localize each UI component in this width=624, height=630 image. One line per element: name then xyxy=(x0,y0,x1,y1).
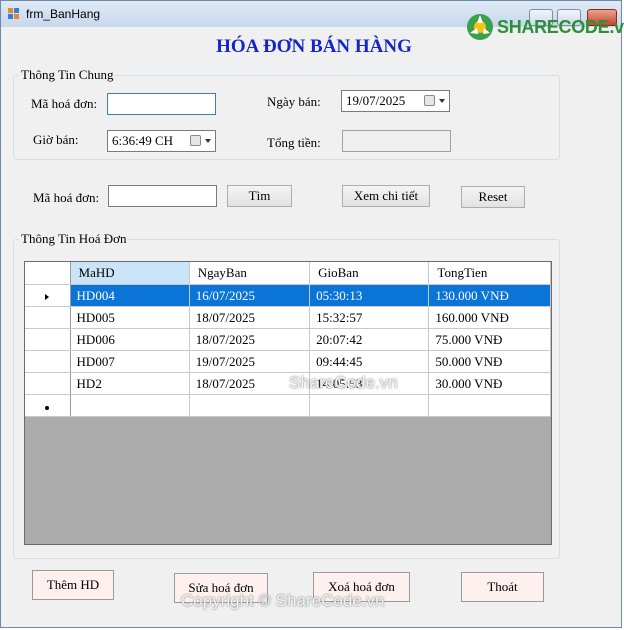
page-title: HÓA ĐƠN BÁN HÀNG xyxy=(216,36,412,57)
row-header[interactable] xyxy=(25,372,71,395)
cell-mahd[interactable]: HD2 xyxy=(70,372,190,395)
chevron-down-icon xyxy=(439,99,445,103)
find-button[interactable]: Tìm xyxy=(227,185,292,207)
chevron-down-icon xyxy=(205,139,211,143)
cell-ngayban[interactable]: 18/07/2025 xyxy=(189,306,311,329)
cell-ngayban[interactable] xyxy=(189,394,311,417)
total-label: Tổng tiền: xyxy=(267,135,321,150)
logo-text: SHARECODE.vn xyxy=(497,17,624,37)
current-row-icon xyxy=(45,293,50,300)
cell-tongtien[interactable]: 30.000 VNĐ xyxy=(428,372,551,395)
invoice-id-field[interactable] xyxy=(107,93,216,115)
row-header[interactable] xyxy=(25,394,71,417)
new-row-icon xyxy=(45,405,50,410)
cell-mahd[interactable]: HD004 xyxy=(70,284,190,307)
cell-tongtien[interactable] xyxy=(428,394,551,417)
calendar-icon xyxy=(424,95,435,106)
column-header-ngayban[interactable]: NgayBan xyxy=(189,262,311,285)
watermark-footer: Copyright © ShareCode.vn xyxy=(181,591,385,610)
row-header[interactable] xyxy=(25,350,71,373)
row-header[interactable] xyxy=(25,328,71,351)
table-row[interactable]: HD006 18/07/2025 20:07:42 75.000 VNĐ xyxy=(25,328,551,351)
table-row[interactable]: HD2 18/07/2025 14:05:53 30.000 VNĐ xyxy=(25,372,551,395)
cell-ngayban[interactable]: 19/07/2025 xyxy=(189,350,311,373)
cell-gioban[interactable]: 05:30:13 xyxy=(309,284,430,307)
table-row[interactable]: HD007 19/07/2025 09:44:45 50.000 VNĐ xyxy=(25,350,551,373)
total-field[interactable] xyxy=(342,130,451,152)
sale-time-value: 6:36:49 CH xyxy=(112,133,174,148)
app-icon xyxy=(8,8,19,19)
search-invoice-id-input[interactable] xyxy=(108,185,217,207)
column-header-mahd[interactable]: MaHD xyxy=(70,262,190,285)
cell-tongtien[interactable]: 75.000 VNĐ xyxy=(428,328,551,351)
row-header[interactable] xyxy=(25,284,71,307)
cell-mahd[interactable] xyxy=(70,394,190,417)
sale-time-label: Giờ bán: xyxy=(33,132,79,147)
reset-button[interactable]: Reset xyxy=(461,186,525,208)
cell-tongtien[interactable]: 160.000 VNĐ xyxy=(428,306,551,329)
cell-gioban[interactable]: 09:44:45 xyxy=(309,350,430,373)
general-info-legend: Thông Tin Chung xyxy=(19,67,116,83)
row-header[interactable] xyxy=(25,306,71,329)
new-row[interactable] xyxy=(25,394,551,417)
cell-tongtien[interactable]: 50.000 VNĐ xyxy=(428,350,551,373)
row-header-corner[interactable] xyxy=(25,262,71,285)
column-header-tongtien[interactable]: TongTien xyxy=(428,262,551,285)
grid-header-row: MaHD NgayBan GioBan TongTien xyxy=(25,262,551,285)
view-detail-button[interactable]: Xem chi tiết xyxy=(342,185,430,207)
cell-ngayban[interactable]: 16/07/2025 xyxy=(189,284,311,307)
window-title: frm_BanHang xyxy=(26,7,101,21)
cell-ngayban[interactable]: 18/07/2025 xyxy=(189,328,311,351)
cell-tongtien[interactable]: 130.000 VNĐ xyxy=(428,284,551,307)
table-row[interactable]: HD004 16/07/2025 05:30:13 130.000 VNĐ xyxy=(25,284,551,307)
sale-date-label: Ngày bán: xyxy=(267,94,321,109)
watermark-center: ShareCode.vn xyxy=(289,373,398,392)
invoice-grid[interactable]: MaHD NgayBan GioBan TongTien HD004 16/07… xyxy=(24,261,552,545)
cell-mahd[interactable]: HD005 xyxy=(70,306,190,329)
clock-icon xyxy=(190,135,201,146)
column-header-gioban[interactable]: GioBan xyxy=(309,262,430,285)
sale-time-picker[interactable]: 6:36:49 CH xyxy=(107,130,216,152)
sale-date-picker[interactable]: 19/07/2025 xyxy=(341,90,450,112)
cell-gioban[interactable] xyxy=(309,394,430,417)
sale-date-value: 19/07/2025 xyxy=(346,93,406,108)
add-invoice-button[interactable]: Thêm HD xyxy=(32,570,114,600)
invoice-table: MaHD NgayBan GioBan TongTien HD004 16/07… xyxy=(25,262,551,417)
invoice-id-label: Mã hoá đơn: xyxy=(31,96,98,111)
invoice-info-legend: Thông Tin Hoá Đơn xyxy=(19,231,129,247)
table-row[interactable]: HD005 18/07/2025 15:32:57 160.000 VNĐ xyxy=(25,306,551,329)
cell-gioban[interactable]: 20:07:42 xyxy=(309,328,430,351)
exit-button[interactable]: Thoát xyxy=(461,572,544,602)
search-invoice-id-label: Mã hoá đơn: xyxy=(33,190,100,205)
cell-mahd[interactable]: HD006 xyxy=(70,328,190,351)
cell-mahd[interactable]: HD007 xyxy=(70,350,190,373)
main-window: frm_BanHang SHARECODE.vn HÓA ĐƠN BÁN HÀN… xyxy=(0,0,624,628)
cell-gioban[interactable]: 15:32:57 xyxy=(309,306,430,329)
